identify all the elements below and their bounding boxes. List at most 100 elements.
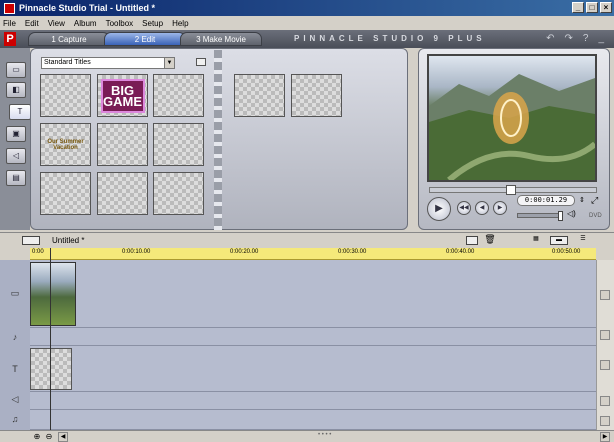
close-button[interactable]: × — [600, 2, 612, 13]
minimize-button[interactable]: _ — [572, 2, 584, 13]
chevron-down-icon[interactable]: ▼ — [164, 58, 174, 68]
play-button[interactable]: ▶ — [427, 197, 451, 221]
rewind-button[interactable]: ◀◀ — [457, 201, 471, 215]
title-overlay-track[interactable] — [30, 346, 596, 392]
storyboard-view-icon[interactable]: ▦ — [528, 236, 544, 245]
tick-label: 0:00:40.00 — [446, 249, 475, 255]
step-back-button[interactable]: ◀ — [475, 201, 489, 215]
preview-scene — [429, 74, 595, 180]
sound-effect-track[interactable] — [30, 392, 596, 410]
music-note-icon: ♫ — [11, 414, 19, 424]
track-toggle-button[interactable] — [600, 416, 610, 426]
help-icon[interactable]: ? — [583, 33, 589, 44]
audio-track-original[interactable] — [30, 328, 596, 346]
album-section-value: Standard Titles — [44, 59, 91, 66]
title-thumb-8[interactable] — [97, 172, 148, 215]
step-forward-button[interactable]: ▶ — [493, 201, 507, 215]
titles-tab[interactable]: T — [9, 104, 31, 120]
menu-album[interactable]: Album — [74, 19, 97, 28]
app-icon — [4, 2, 15, 14]
track-toggle-button[interactable] — [600, 330, 610, 340]
window-title: Pinnacle Studio Trial - Untitled * — [19, 3, 156, 13]
tick-label: 0:00:10.00 — [122, 249, 151, 255]
tab-capture[interactable]: 1 Capture — [28, 32, 110, 46]
track-toggle-button[interactable] — [600, 290, 610, 300]
text-view-icon[interactable]: ☰ — [574, 236, 592, 245]
transition-icon: ◧ — [12, 85, 20, 94]
volume-slider[interactable] — [517, 211, 563, 221]
video-track[interactable] — [30, 260, 596, 328]
album-section-select[interactable]: Standard Titles ▼ — [41, 57, 175, 69]
timeline-view-icon[interactable]: ▬ — [550, 236, 568, 245]
scrubber-handle[interactable] — [506, 185, 516, 195]
title-thumb-1[interactable] — [40, 74, 91, 117]
tab-edit[interactable]: 2 Edit — [104, 32, 186, 46]
title-thumb-6[interactable] — [153, 123, 204, 166]
undo-icon[interactable]: ↶ — [546, 33, 554, 44]
timeline-ruler[interactable]: 0:00 0:00:10.00 0:00:20.00 0:00:30.00 0:… — [30, 248, 596, 260]
folder-icon[interactable] — [196, 58, 206, 66]
track-toggle-button[interactable] — [600, 396, 610, 406]
title-clip[interactable] — [30, 348, 72, 390]
timeline-scrollbar[interactable]: ⊕ ⊖ ◀ ▶ • • • • — [0, 430, 614, 442]
title-thumb-11[interactable] — [291, 74, 342, 117]
tick-label: 0:00:30.00 — [338, 249, 367, 255]
menu-file[interactable]: File — [3, 19, 16, 28]
menu-help[interactable]: Help — [172, 19, 188, 28]
video-clip[interactable] — [30, 262, 76, 326]
play-icon: ▶ — [435, 203, 443, 214]
menu-bar: File Edit View Album Toolbox Setup Help — [0, 16, 614, 30]
maximize-button[interactable]: □ — [586, 2, 598, 13]
step-back-icon: ◀ — [479, 205, 485, 211]
transitions-tab[interactable]: ◧ — [6, 82, 26, 98]
track-toggle-button[interactable] — [600, 360, 610, 370]
window-titlebar: Pinnacle Studio Trial - Untitled * _ □ × — [0, 0, 614, 16]
sound-effects-tab[interactable]: ◁ — [6, 148, 26, 164]
title-thumb-10[interactable] — [234, 74, 285, 117]
title-thumb-7[interactable] — [40, 172, 91, 215]
menu-edit[interactable]: Edit — [25, 19, 39, 28]
microphone-icon: ♪ — [12, 332, 18, 342]
trash-icon[interactable]: 🗑 — [484, 235, 496, 245]
camera-still-icon: ▣ — [12, 129, 20, 138]
zoom-in-icon[interactable]: ⊕ — [32, 432, 42, 442]
zoom-out-icon[interactable]: ⊖ — [44, 432, 54, 442]
title-thumb-text: Our Summer Vacation — [47, 138, 84, 151]
player-panel: ▶ ◀◀ ◀ ▶ 0:00:01.29 ⇕ ⤢ ◁) DVD — [418, 48, 610, 230]
music-track[interactable] — [30, 410, 596, 430]
speaker-icon: ◁ — [12, 151, 20, 160]
menu-setup[interactable]: Setup — [142, 19, 163, 28]
tick-label: 0:00:20.00 — [230, 249, 259, 255]
timecode-spin-icon[interactable]: ⇕ — [579, 196, 585, 204]
menus-tab[interactable]: ▤ — [6, 170, 26, 186]
camcorder-controls-icon[interactable] — [466, 236, 478, 245]
camera-track-icon: ▭ — [10, 288, 20, 298]
video-scenes-tab[interactable]: ▭ — [6, 62, 26, 78]
playhead[interactable] — [50, 248, 51, 430]
title-thumb-4[interactable]: Our Summer Vacation — [40, 123, 91, 166]
title-thumb-2[interactable]: BIG GAME — [97, 74, 148, 117]
menu-toolbox[interactable]: Toolbox — [106, 19, 134, 28]
scroll-right-button[interactable]: ▶ — [600, 432, 610, 442]
tick-label: 0:00 — [32, 249, 44, 255]
camera-icon: ▭ — [12, 65, 20, 74]
still-images-tab[interactable]: ▣ — [6, 126, 26, 142]
scroll-grip[interactable]: • • • • — [318, 432, 331, 438]
redo-icon[interactable]: ↷ — [564, 33, 572, 44]
title-thumb-3[interactable] — [153, 74, 204, 117]
title-thumb-5[interactable] — [97, 123, 148, 166]
volume-handle[interactable] — [558, 211, 563, 221]
title-thumb-9[interactable] — [153, 172, 204, 215]
scrubber-bar[interactable] — [429, 185, 597, 195]
album-binding — [214, 50, 222, 230]
dvd-icon[interactable]: DVD — [589, 213, 602, 219]
menu-view[interactable]: View — [48, 19, 65, 28]
scroll-left-button[interactable]: ◀ — [58, 432, 68, 442]
fullscreen-icon[interactable]: ⤢ — [591, 195, 598, 206]
tab-make-movie[interactable]: 3 Make Movie — [180, 32, 262, 46]
minimize-app-icon[interactable]: _ — [598, 33, 604, 44]
album-tab-strip: ▭ ◧ T ▣ ◁ ▤ — [0, 48, 31, 230]
brand-label: PINNACLE STUDIO 9 PLUS — [294, 34, 486, 43]
movie-window-icon[interactable] — [22, 236, 40, 245]
timecode-display[interactable]: 0:00:01.29 — [517, 195, 575, 206]
